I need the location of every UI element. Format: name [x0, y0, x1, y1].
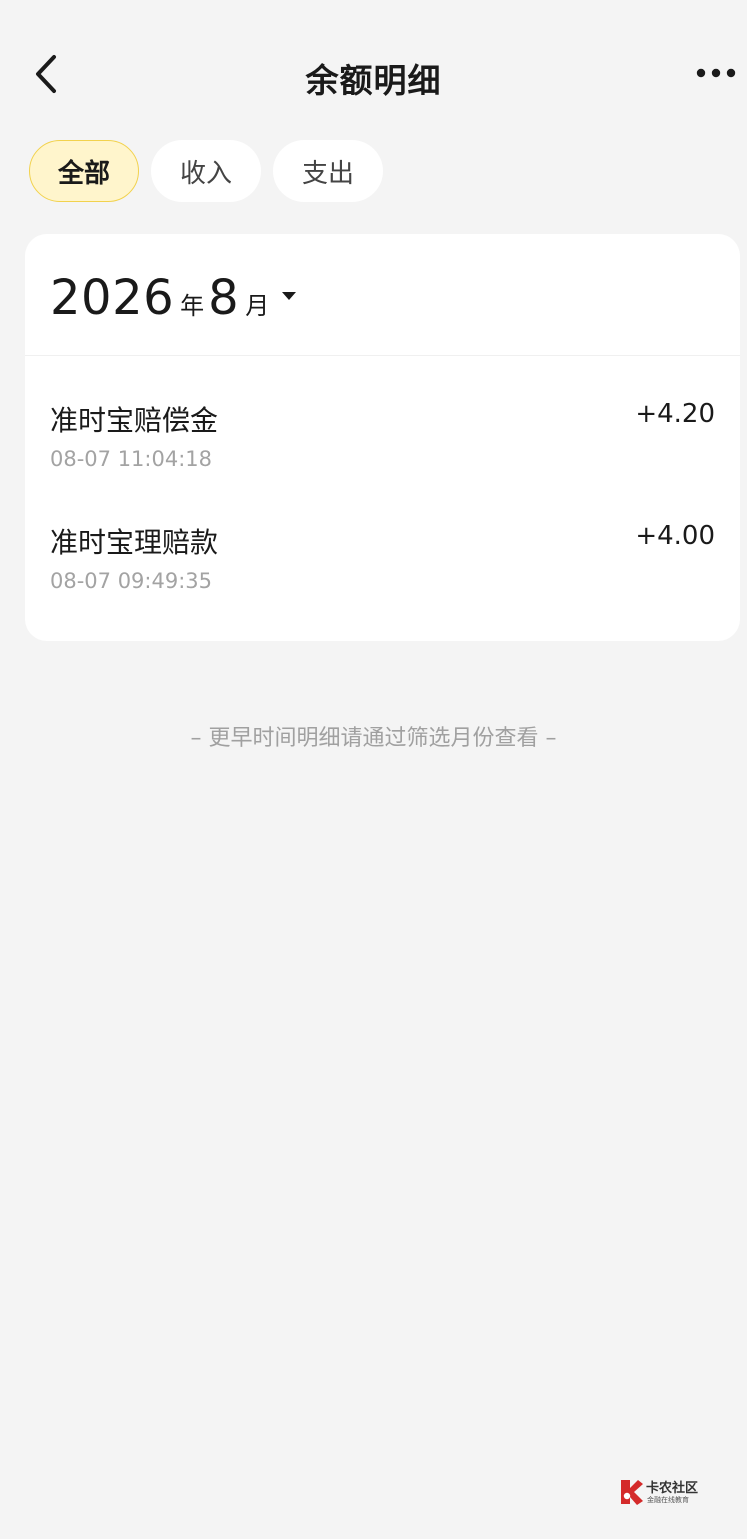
tab-income[interactable]: 收入 — [151, 140, 261, 202]
transaction-name: 准时宝赔偿金 — [50, 404, 219, 437]
transaction-amount: +4.20 — [635, 399, 715, 429]
caret-down-icon — [282, 292, 297, 300]
watermark-name: 卡农社区 — [646, 1481, 699, 1496]
month-selector[interactable]: 2026 年 8 月 — [50, 270, 297, 326]
tab-expense[interactable]: 支出 — [273, 140, 383, 202]
watermark-subtitle: 金融在线教育 — [647, 1496, 689, 1504]
more-button[interactable] — [695, 58, 737, 88]
tab-all[interactable]: 全部 — [29, 140, 139, 202]
filter-tabs: 全部 收入 支出 — [29, 140, 383, 202]
month-unit: 月 — [245, 292, 270, 320]
transaction-time: 08-07 11:04:18 — [50, 447, 213, 471]
transactions-card: 2026 年 8 月 准时宝赔偿金 08-07 11:04:18 +4.20 准… — [25, 234, 740, 641]
transaction-name: 准时宝理赔款 — [50, 526, 219, 559]
page-title: 余额明细 — [305, 61, 442, 100]
more-horizontal-icon — [696, 68, 736, 78]
divider — [25, 355, 740, 356]
nav-header: 余额明细 — [0, 40, 747, 110]
kanong-logo-icon — [621, 1480, 643, 1505]
balance-detail-page: 余额明细 全部 收入 支出 2026 年 8 月 准时宝赔偿金 08-07 11… — [0, 0, 747, 1539]
month-value: 8 — [208, 270, 240, 326]
earlier-records-hint: – 更早时间明细请通过筛选月份查看 – — [190, 726, 557, 751]
transaction-amount: +4.00 — [635, 521, 715, 551]
watermark: 卡农社区 金融在线教育 — [618, 1477, 710, 1507]
transaction-time: 08-07 09:49:35 — [50, 569, 213, 593]
transaction-row[interactable]: 准时宝赔偿金 08-07 11:04:18 +4.20 — [25, 399, 740, 499]
year-unit: 年 — [180, 292, 205, 320]
year-value: 2026 — [50, 270, 175, 326]
transaction-row[interactable]: 准时宝理赔款 08-07 09:49:35 +4.00 — [25, 521, 740, 621]
